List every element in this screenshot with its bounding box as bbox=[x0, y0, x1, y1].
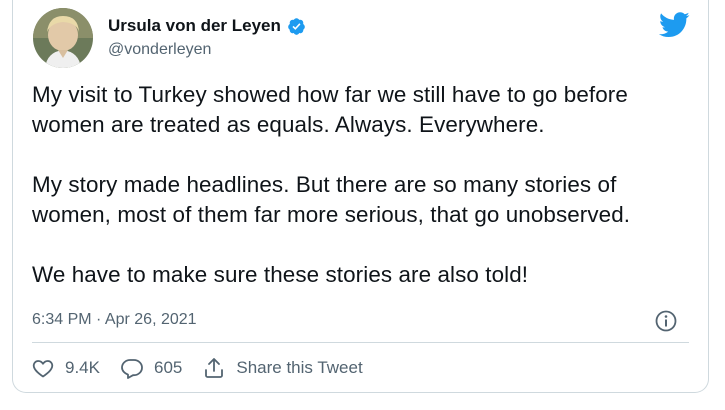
name-row: Ursula von der Leyen bbox=[108, 16, 306, 36]
action-bar: 9.4K 605 Share this Tweet bbox=[31, 356, 383, 380]
share-label: Share this Tweet bbox=[236, 358, 363, 377]
tweet-paragraph: My story made headlines. But there are s… bbox=[32, 172, 631, 227]
user-handle[interactable]: @vonderleyen bbox=[108, 40, 211, 60]
info-icon[interactable] bbox=[654, 309, 678, 333]
reply-icon bbox=[121, 359, 143, 379]
verified-badge-icon bbox=[287, 17, 306, 36]
share-button[interactable]: Share this Tweet bbox=[202, 356, 363, 380]
tweet-card: Ursula von der Leyen @vonderleyen My vis… bbox=[12, 0, 709, 393]
share-icon bbox=[205, 358, 224, 378]
twitter-bird-icon[interactable] bbox=[658, 12, 690, 38]
avatar-image bbox=[33, 8, 93, 68]
like-button[interactable]: 9.4K bbox=[31, 356, 100, 380]
reply-count: 605 bbox=[153, 358, 183, 377]
user-name[interactable]: Ursula von der Leyen bbox=[108, 16, 281, 36]
tweet-text: My visit to Turkey showed how far we sti… bbox=[32, 80, 692, 290]
like-count: 9.4K bbox=[65, 358, 100, 377]
tweet-timestamp[interactable]: 6:34 PM · Apr 26, 2021 bbox=[32, 310, 197, 330]
heart-icon bbox=[32, 360, 54, 378]
divider bbox=[32, 342, 689, 343]
tweet-paragraph: My visit to Turkey showed how far we sti… bbox=[32, 82, 628, 137]
reply-button[interactable]: 605 bbox=[120, 356, 182, 380]
avatar[interactable] bbox=[33, 8, 93, 68]
tweet-paragraph: We have to make sure these stories are a… bbox=[32, 262, 529, 287]
